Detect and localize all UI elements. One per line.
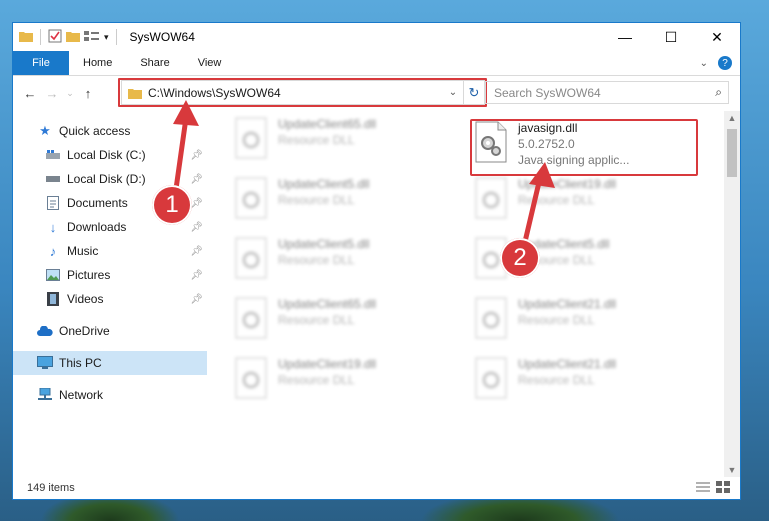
- step-badge-1: 1: [152, 185, 192, 225]
- annotation-arrows: [172, 100, 555, 249]
- step-badge-2: 2: [500, 238, 540, 278]
